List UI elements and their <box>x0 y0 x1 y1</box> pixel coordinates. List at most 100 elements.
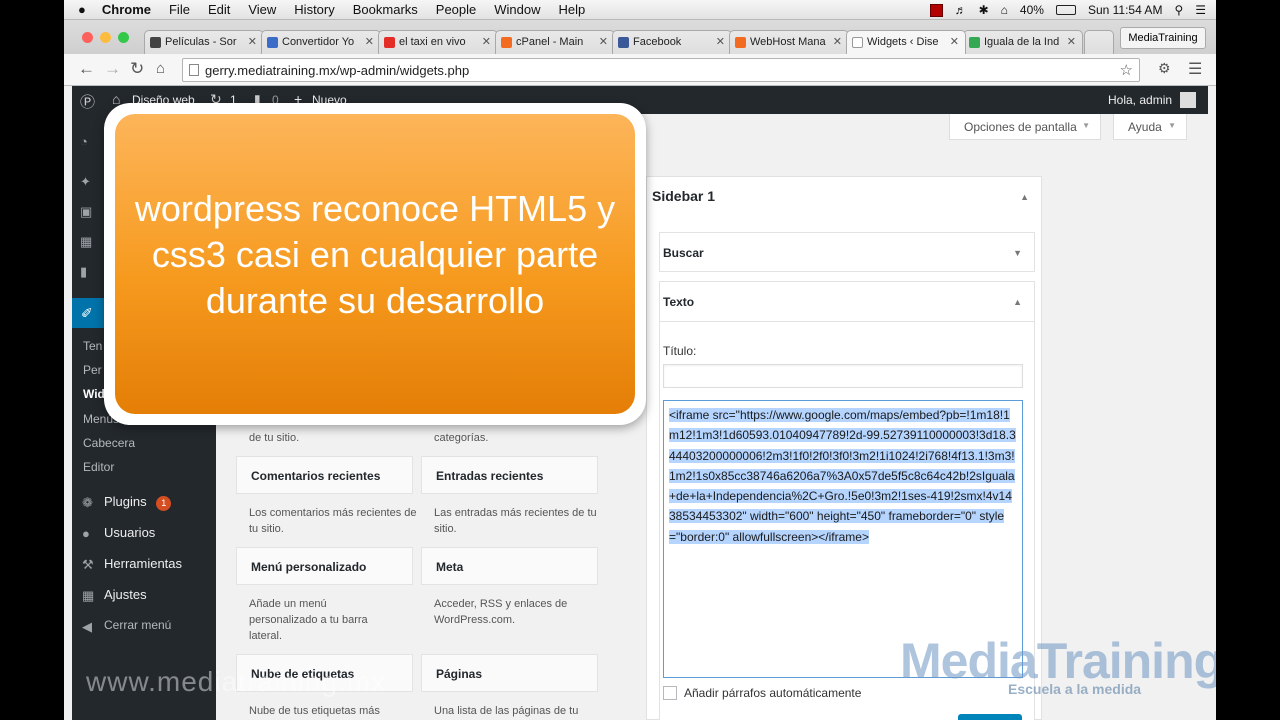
close-tab-icon[interactable]: ✕ <box>248 35 257 48</box>
sidebar-item-plugins[interactable]: ❁ Plugins 1 <box>72 488 216 518</box>
url-text: gerry.mediatraining.mx/wp-admin/widgets.… <box>205 63 470 78</box>
chevron-down-icon[interactable]: ▼ <box>1013 248 1022 258</box>
help-button[interactable]: Ayuda ▼ <box>1113 114 1187 140</box>
chevron-up-icon[interactable]: ▲ <box>1020 192 1029 202</box>
profile-button[interactable]: MediaTraining <box>1120 27 1206 49</box>
new-tab-button[interactable] <box>1084 30 1114 54</box>
avatar[interactable] <box>1180 92 1196 108</box>
sidebar-item-cerrar-menu[interactable]: ◀ Cerrar menú <box>72 612 216 642</box>
widget-entradas-recientes[interactable]: Entradas recientes <box>421 456 598 494</box>
notifications-icon[interactable]: ☰ <box>1195 3 1206 17</box>
widget-description: Nube de tus etiquetas más <box>249 705 380 717</box>
greeting-link[interactable]: Hola, admin <box>1108 93 1172 107</box>
submenu-temas[interactable]: Ten <box>83 339 102 353</box>
pages-icon[interactable]: ▦ <box>80 234 96 249</box>
clock[interactable]: Sun 11:54 AM <box>1088 3 1163 17</box>
star-icon[interactable]: ☆ <box>1120 61 1133 79</box>
submenu-cabecera[interactable]: Cabecera <box>83 436 135 450</box>
sidebar-item-ajustes[interactable]: ▦ Ajustes <box>72 581 216 611</box>
widget-menu-personalizado[interactable]: Menú personalizado <box>236 547 413 585</box>
widget-buscar[interactable]: Buscar ▼ <box>659 232 1035 272</box>
sidebar-item-herramientas[interactable]: ⚒ Herramientas <box>72 550 216 580</box>
close-tab-icon[interactable]: ✕ <box>1067 35 1076 48</box>
menu-bookmarks[interactable]: Bookmarks <box>353 2 418 17</box>
bluetooth-icon[interactable]: ✱ <box>979 3 989 17</box>
window-close-icon[interactable] <box>82 32 93 43</box>
pin-icon[interactable]: ✦ <box>80 174 96 189</box>
tab-label: cPanel - Main <box>516 36 584 48</box>
extension-icon[interactable]: ⚙ <box>1158 60 1171 77</box>
tab-label: Facebook <box>633 36 682 48</box>
screen-options-button[interactable]: Opciones de pantalla ▼ <box>949 114 1101 140</box>
tab-webhost[interactable]: WebHost Mana ✕ <box>729 30 849 54</box>
address-bar[interactable]: gerry.mediatraining.mx/wp-admin/widgets.… <box>182 58 1140 82</box>
comments-icon[interactable]: ▮ <box>80 264 96 279</box>
close-tab-icon[interactable]: ✕ <box>599 35 608 48</box>
submenu-personalizar[interactable]: Per <box>83 363 102 377</box>
browser-toolbar: ← → ↻ ⌂ gerry.mediatraining.mx/wp-admin/… <box>64 54 1216 86</box>
window-minimize-icon[interactable] <box>100 32 111 43</box>
window-zoom-icon[interactable] <box>118 32 129 43</box>
widget-meta[interactable]: Meta <box>421 547 598 585</box>
close-tab-icon[interactable]: ✕ <box>365 35 374 48</box>
tab-peliculas[interactable]: Películas - Sor ✕ <box>144 30 264 54</box>
menu-view[interactable]: View <box>248 2 276 17</box>
menu-file[interactable]: File <box>169 2 190 17</box>
media-icon[interactable]: ▣ <box>80 204 96 219</box>
widget-texto-header[interactable]: Texto ▲ <box>660 282 1034 322</box>
help-label: Ayuda <box>1128 120 1162 134</box>
tab-widgets[interactable]: Widgets ‹ Dise ✕ <box>846 30 966 54</box>
converter-icon <box>267 37 278 48</box>
forward-icon[interactable]: → <box>104 59 121 79</box>
close-tab-icon[interactable]: ✕ <box>833 35 842 48</box>
wordpress-logo-icon[interactable]: Ⓟ <box>80 91 95 112</box>
sidebar-title[interactable]: Sidebar 1 <box>652 188 715 204</box>
home-icon[interactable]: ⌂ <box>156 60 165 77</box>
screen-options-label: Opciones de pantalla <box>964 120 1077 134</box>
close-tab-icon[interactable]: ✕ <box>482 35 491 48</box>
cpanel-icon <box>501 37 512 48</box>
widget-comentarios-recientes[interactable]: Comentarios recientes <box>236 456 413 494</box>
submenu-widgets[interactable]: Wid <box>83 387 105 401</box>
sidebar-item-usuarios[interactable]: ● Usuarios <box>72 519 216 549</box>
battery-percent[interactable]: 40% <box>1020 3 1044 17</box>
wifi-icon[interactable]: ⌂ <box>1001 3 1008 17</box>
spotlight-icon[interactable]: ⚲ <box>1174 3 1183 17</box>
tab-convertidor[interactable]: Convertidor Yo ✕ <box>261 30 381 54</box>
volume-icon[interactable]: ♬ <box>955 3 967 17</box>
back-icon[interactable]: ← <box>78 59 95 79</box>
tab-label: Películas - Sor <box>165 36 237 48</box>
app-menu[interactable]: Chrome <box>102 2 151 17</box>
tab-youtube[interactable]: el taxi en vivo ✕ <box>378 30 498 54</box>
caption-box: wordpress reconoce HTML5 y css3 casi en … <box>115 114 635 414</box>
close-tab-icon[interactable]: ✕ <box>950 35 959 48</box>
apple-icon[interactable]: ● <box>78 2 86 17</box>
menu-people[interactable]: People <box>436 2 476 17</box>
widget-paginas[interactable]: Páginas <box>421 654 598 692</box>
save-button[interactable] <box>958 714 1022 720</box>
menu-history[interactable]: History <box>294 2 334 17</box>
tab-cpanel[interactable]: cPanel - Main ✕ <box>495 30 615 54</box>
chevron-up-icon[interactable]: ▲ <box>1013 297 1022 307</box>
tab-maps[interactable]: Iguala de la Ind ✕ <box>963 30 1083 54</box>
menu-window[interactable]: Window <box>494 2 540 17</box>
widget-title: Páginas <box>436 667 483 681</box>
dashboard-icon[interactable]: ◔ <box>80 134 96 149</box>
record-icon[interactable] <box>929 3 943 17</box>
widget-description: categorías. <box>434 432 489 444</box>
menu-edit[interactable]: Edit <box>208 2 230 17</box>
caption-overlay: wordpress reconoce HTML5 y css3 casi en … <box>104 103 646 425</box>
widget-title: Texto <box>663 295 695 309</box>
tab-label: Iguala de la Ind <box>984 36 1060 48</box>
title-input[interactable] <box>663 364 1023 388</box>
widget-title: Meta <box>436 560 464 574</box>
widget-description: Una lista de las páginas de tu <box>434 705 579 717</box>
close-tab-icon[interactable]: ✕ <box>716 35 725 48</box>
tab-facebook[interactable]: Facebook ✕ <box>612 30 732 54</box>
menu-icon[interactable]: ☰ <box>1188 59 1202 79</box>
wrench-icon: ⚒ <box>82 557 94 572</box>
reload-icon[interactable]: ↻ <box>130 59 144 79</box>
submenu-editor[interactable]: Editor <box>83 460 114 474</box>
auto-paragraph-checkbox[interactable] <box>663 686 677 700</box>
menu-help[interactable]: Help <box>559 2 586 17</box>
